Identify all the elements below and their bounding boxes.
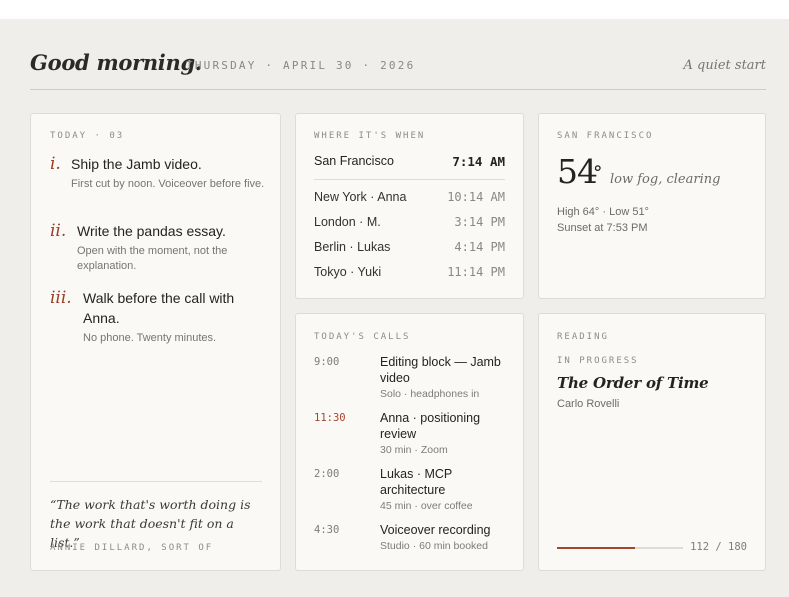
reading-progress-text: 112 / 180 xyxy=(690,541,747,553)
clock-row: London · M. 3:14 PM xyxy=(314,215,505,233)
call-title: Voiceover recording xyxy=(380,523,491,537)
clock-row: New York · Anna 10:14 AM xyxy=(314,190,505,208)
call-time: 11:30 xyxy=(314,412,346,424)
dashboard: Good morning. THURSDAY · APRIL 30 · 2026… xyxy=(0,19,789,597)
clock-row: Berlin · Lukas 4:14 PM xyxy=(314,240,505,258)
call-subtitle: 45 min · over coffee xyxy=(380,500,473,512)
weather-location: SAN FRANCISCO xyxy=(557,131,654,141)
task-number: i. xyxy=(50,154,61,174)
reading-progress-fill xyxy=(557,547,636,549)
clock-time: 10:14 AM xyxy=(447,190,505,204)
call-title: Anna · positioning review xyxy=(380,411,481,441)
reading-card: READING IN PROGRESS The Order of Time Ca… xyxy=(538,313,766,571)
call-time: 2:00 xyxy=(314,468,340,480)
weather-conditions: low fog, clearing xyxy=(610,172,721,187)
clock-city: Berlin · Lukas xyxy=(314,240,391,254)
clock-row: Tokyo · Yuki 11:14 PM xyxy=(314,265,505,283)
task-subtitle: Open with the moment, not the explanatio… xyxy=(77,245,228,272)
quote-attribution: ANNIE DILLARD, SORT OF xyxy=(50,543,214,553)
call-subtitle: Studio · 60 min booked xyxy=(380,540,488,552)
degree-symbol: ° xyxy=(593,162,603,184)
clock-city: San Francisco xyxy=(314,154,394,168)
quote-divider xyxy=(50,481,262,482)
greeting: Good morning. xyxy=(30,50,202,75)
reading-label: READING xyxy=(557,332,609,342)
task-title: Walk before the call with Anna. xyxy=(83,290,235,326)
call-title: Editing block — Jamb video xyxy=(380,355,501,385)
task-title: Ship the Jamb video. xyxy=(71,156,202,172)
call-time: 9:00 xyxy=(314,356,340,368)
call-subtitle: Solo · headphones in xyxy=(380,388,480,400)
today-label: TODAY · 03 xyxy=(50,131,125,141)
calls-card: TODAY'S CALLS 9:00 Editing block — Jamb … xyxy=(295,313,524,571)
task-item[interactable]: iii. Walk before the call with Anna. No … xyxy=(50,288,265,346)
high-low: High 64° · Low 51° xyxy=(557,206,649,218)
task-number: ii. xyxy=(50,221,67,241)
weather-card: SAN FRANCISCO 54 ° low fog, clearing Hig… xyxy=(538,113,766,299)
clock-time: 7:14 AM xyxy=(452,154,505,169)
today-card: TODAY · 03 i. Ship the Jamb video. First… xyxy=(30,113,281,571)
clock-time: 11:14 PM xyxy=(447,265,505,279)
reading-progress-bar xyxy=(557,547,683,549)
clock-home: San Francisco 7:14 AM xyxy=(314,154,505,180)
world-clock-card: WHERE IT'S WHEN San Francisco 7:14 AM Ne… xyxy=(295,113,524,299)
call-time: 4:30 xyxy=(314,524,340,536)
date-line: THURSDAY · APRIL 30 · 2026 xyxy=(186,59,416,72)
book-title: The Order of Time xyxy=(557,374,709,392)
header: Good morning. THURSDAY · APRIL 30 · 2026… xyxy=(30,19,766,90)
task-subtitle: First cut by noon. Voiceover before five… xyxy=(71,178,265,190)
task-title: Write the pandas essay. xyxy=(77,223,226,239)
call-subtitle: 30 min · Zoom xyxy=(380,444,448,456)
task-number: iii. xyxy=(50,288,72,308)
reading-status: IN PROGRESS xyxy=(557,356,639,366)
clock-city: New York · Anna xyxy=(314,190,407,204)
book-author: Carlo Rovelli xyxy=(557,398,620,410)
tagline: A quiet start xyxy=(683,58,766,73)
clock-time: 3:14 PM xyxy=(454,215,505,229)
clocks-label: WHERE IT'S WHEN xyxy=(314,131,426,141)
clock-city: Tokyo · Yuki xyxy=(314,265,382,279)
call-title: Lukas · MCP architecture xyxy=(380,467,453,497)
task-item[interactable]: ii. Write the pandas essay. Open with th… xyxy=(50,221,265,274)
calls-label: TODAY'S CALLS xyxy=(314,332,411,342)
clock-time: 4:14 PM xyxy=(454,240,505,254)
task-subtitle: No phone. Twenty minutes. xyxy=(83,332,217,344)
task-item[interactable]: i. Ship the Jamb video. First cut by noo… xyxy=(50,154,265,192)
sunset-time: Sunset at 7:53 PM xyxy=(557,222,648,234)
clock-city: London · M. xyxy=(314,215,381,229)
temperature: 54 xyxy=(557,152,598,191)
